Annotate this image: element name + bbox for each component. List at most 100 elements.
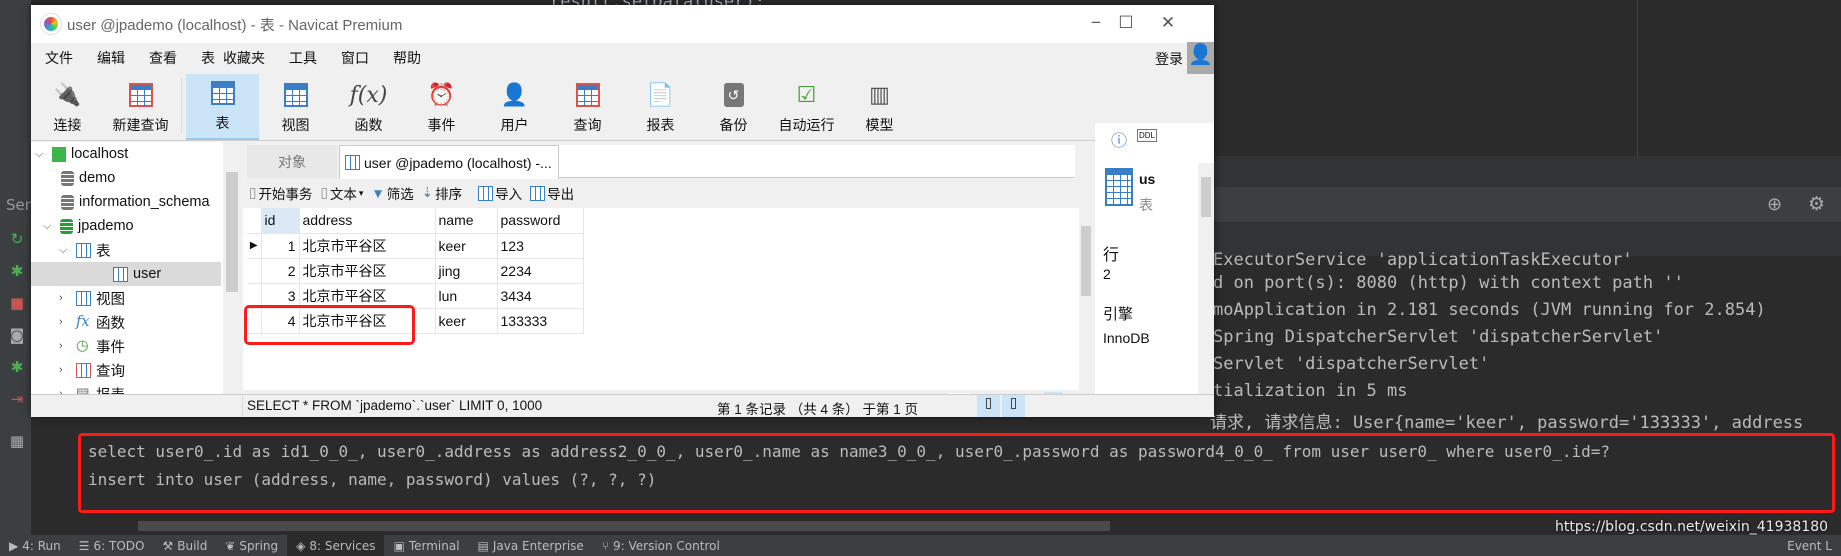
menu-tools[interactable]: 工具: [289, 48, 317, 68]
grid-scrollbar[interactable]: [1079, 208, 1093, 390]
scroll-thumb[interactable]: [1201, 177, 1211, 217]
toolbar-function[interactable]: f(x) 函数: [332, 74, 405, 140]
cell-name[interactable]: lun: [435, 283, 498, 309]
text-button[interactable]: ▯ 文本 ▾: [320, 183, 363, 203]
sort-icon: ⇣: [421, 185, 434, 200]
report-icon: 📄: [646, 82, 675, 107]
tab-run[interactable]: ▶ 4: Run: [0, 535, 70, 556]
rerun-icon[interactable]: ↻: [8, 230, 26, 248]
column-header-name[interactable]: name: [435, 208, 498, 234]
sort-button[interactable]: ⇣ 排序: [422, 183, 462, 203]
avatar[interactable]: 👤: [1187, 42, 1214, 74]
attach-debugger-icon[interactable]: ✱: [8, 358, 26, 376]
cell-password[interactable]: 133333: [497, 308, 584, 334]
toolbar-automation[interactable]: ☑ 自动运行: [770, 74, 843, 140]
layout-icon[interactable]: ▦: [8, 432, 26, 450]
menu-help[interactable]: 帮助: [393, 48, 421, 68]
crosshair-icon[interactable]: ⊕: [1767, 194, 1782, 215]
filter-button[interactable]: ▼ 筛选: [371, 183, 413, 203]
function-icon: f(x): [349, 82, 388, 108]
camera-icon[interactable]: ◙: [8, 326, 26, 344]
tree-views-group[interactable]: › 视图: [59, 286, 125, 310]
cell-id[interactable]: 2: [261, 258, 300, 284]
info-scrollbar[interactable]: [1198, 163, 1214, 395]
cell-address[interactable]: 北京市平谷区: [299, 233, 436, 259]
debug-icon[interactable]: ✱: [8, 262, 26, 280]
caret-down-icon: ▾: [358, 187, 364, 198]
stop-icon[interactable]: ■: [8, 294, 26, 312]
table-row[interactable]: 2 北京市平谷区 jing 2234: [247, 258, 584, 284]
panel-left-toggle-icon[interactable]: ▯: [977, 395, 1000, 417]
toolbar-view[interactable]: 视图: [259, 74, 332, 140]
column-header-address[interactable]: address: [299, 208, 436, 234]
column-header-password[interactable]: password: [497, 208, 584, 234]
toolbar-query[interactable]: 查询: [551, 74, 624, 140]
scroll-thumb[interactable]: [1081, 226, 1091, 296]
tab-services[interactable]: ◈ 8: Services: [287, 535, 385, 556]
navicat-logo-icon: [40, 13, 62, 35]
cell-password[interactable]: 3434: [497, 283, 584, 309]
close-button[interactable]: ✕: [1158, 13, 1178, 33]
toolbar-report[interactable]: 📄 报表: [624, 74, 697, 140]
login-button[interactable]: 登录: [1155, 49, 1183, 69]
import-button[interactable]: 导入: [478, 183, 522, 203]
table-row[interactable]: ▶ 1 北京市平谷区 keer 123: [247, 233, 584, 259]
toolbar-table[interactable]: 表: [186, 74, 259, 140]
table-icon: [76, 242, 91, 258]
tab-build[interactable]: ⚒ Build: [153, 535, 216, 556]
toolbar-new-query[interactable]: 新建查询: [104, 74, 177, 140]
tab-user-table[interactable]: user @jpademo (localhost) -...: [339, 145, 559, 179]
cell-password[interactable]: 2234: [497, 258, 584, 284]
tab-todo[interactable]: ☰ 6: TODO: [70, 535, 154, 556]
tree-events-group[interactable]: › ◷ 事件: [59, 334, 125, 358]
toolbar-connect[interactable]: 🔌 连接: [31, 74, 104, 140]
console-line: ExecutorService 'applicationTaskExecutor…: [1213, 250, 1633, 270]
menu-favorites[interactable]: 收藏夹: [223, 48, 265, 68]
tab-terminal[interactable]: ▣ Terminal: [384, 535, 468, 556]
toolbar-user[interactable]: 👤 用户: [478, 74, 551, 140]
cell-id[interactable]: 1: [261, 233, 300, 259]
info-icon[interactable]: ⓘ: [1111, 127, 1127, 151]
begin-transaction-button[interactable]: ▯ 开始事务: [249, 183, 312, 203]
toolbar-backup[interactable]: ↺ 备份: [697, 74, 770, 140]
toolbar-event[interactable]: ⏰ 事件: [405, 74, 478, 140]
tab-java-enterprise[interactable]: ▤ Java Enterprise: [469, 535, 593, 556]
tree-functions-group[interactable]: › fx 函数: [59, 310, 125, 334]
tree-db-information-schema[interactable]: information_schema: [61, 190, 210, 214]
cell-address[interactable]: 北京市平谷区: [299, 258, 436, 284]
tree-queries-group[interactable]: › 查询: [59, 358, 125, 382]
menu-table[interactable]: 表: [201, 48, 215, 68]
mysql-connection-icon: [52, 146, 66, 162]
tree-scrollbar[interactable]: [223, 142, 241, 394]
tree-db-demo[interactable]: demo: [61, 166, 115, 190]
horizontal-scrollbar[interactable]: [138, 521, 1110, 531]
ddl-icon[interactable]: DDL: [1137, 129, 1158, 142]
tab-objects[interactable]: 对象: [247, 145, 337, 178]
tab-event-log[interactable]: Event L: [1778, 535, 1841, 556]
column-header-id[interactable]: id: [261, 208, 300, 234]
cell-name[interactable]: keer: [435, 308, 498, 334]
panel-right-toggle-icon[interactable]: ▯: [1002, 395, 1025, 417]
cell-name[interactable]: keer: [435, 233, 498, 259]
tree-connection[interactable]: ⌵ localhost: [35, 142, 128, 166]
export-button[interactable]: 导出: [530, 183, 574, 203]
tab-spring[interactable]: ❦ Spring: [216, 535, 287, 556]
tree-db-jpademo[interactable]: ⌵ jpademo: [43, 214, 134, 238]
menu-edit[interactable]: 编辑: [97, 48, 125, 68]
chevron-right-icon: ›: [59, 340, 63, 352]
exit-icon[interactable]: ⇥: [8, 390, 26, 408]
tab-version-control[interactable]: ⑂ 9: Version Control: [593, 535, 729, 556]
menu-file[interactable]: 文件: [45, 48, 73, 68]
toolbar-model[interactable]: ▥ 模型: [843, 74, 916, 140]
menu-window[interactable]: 窗口: [341, 48, 369, 68]
gear-icon[interactable]: ⚙: [1808, 193, 1825, 215]
tree-tables-group[interactable]: ⌵ 表: [59, 238, 111, 262]
maximize-button[interactable]: ☐: [1116, 13, 1136, 33]
tree-table-user[interactable]: user: [31, 262, 221, 286]
minimize-button[interactable]: −: [1086, 13, 1106, 33]
list-icon: ☰: [78, 538, 90, 553]
scroll-thumb[interactable]: [226, 172, 238, 292]
cell-name[interactable]: jing: [435, 258, 498, 284]
cell-password[interactable]: 123: [497, 233, 584, 259]
menu-view[interactable]: 查看: [149, 48, 177, 68]
